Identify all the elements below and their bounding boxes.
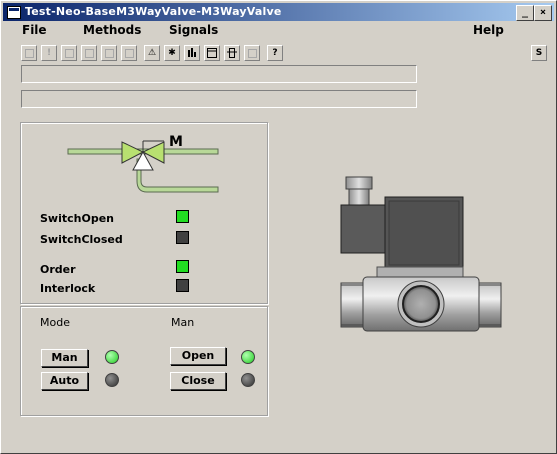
toolbar-disabled-button-6[interactable] [244, 45, 260, 61]
three-way-valve-diagram: M [67, 134, 219, 193]
menu-bar: File Methods Signals Help [3, 22, 554, 39]
auto-button[interactable]: Auto [41, 372, 88, 390]
toolbar-disabled-button-1[interactable] [21, 45, 37, 61]
close-button[interactable]: Close [170, 372, 226, 390]
auto-indicator [105, 373, 119, 387]
application-window: Test-Neo-BaseM3WayValve-M3WayValve _ □ ×… [0, 0, 557, 454]
menu-help[interactable]: Help [473, 23, 504, 37]
interlock-label: Interlock [40, 282, 96, 295]
minimize-button[interactable]: _ [516, 5, 534, 21]
interlock-led [176, 279, 189, 292]
menu-methods[interactable]: Methods [83, 23, 141, 37]
info-field-2 [21, 90, 417, 108]
info-field-1 [21, 65, 417, 83]
menu-file[interactable]: File [22, 23, 47, 37]
man-indicator [105, 350, 119, 364]
app-window-icon [7, 6, 21, 19]
warning-icon[interactable]: ⚠ [144, 45, 160, 61]
toolbar-right-icon[interactable]: S [531, 45, 547, 61]
switch-open-led [176, 210, 189, 223]
switch-closed-label: SwitchClosed [40, 233, 123, 246]
window-title: Test-Neo-BaseM3WayValve-M3WayValve [25, 5, 282, 18]
trend-icon[interactable] [184, 45, 200, 61]
motor-label: M [169, 134, 183, 150]
window-icon[interactable] [204, 45, 220, 61]
order-label: Order [40, 263, 76, 276]
mode-label: Mode [40, 316, 70, 329]
switch-open-label: SwitchOpen [40, 212, 114, 225]
title-bar[interactable]: Test-Neo-BaseM3WayValve-M3WayValve _ □ [3, 3, 554, 21]
menu-signals[interactable]: Signals [169, 23, 218, 37]
document-icon[interactable] [224, 45, 240, 61]
order-led [176, 260, 189, 273]
toolbar-disabled-button-5[interactable] [121, 45, 137, 61]
toolbar-disabled-button-3[interactable] [81, 45, 97, 61]
toolbar-disabled-button-2[interactable] [61, 45, 77, 61]
help-icon[interactable]: ? [267, 45, 283, 61]
toolbar-exclaim-button[interactable]: ! [41, 45, 57, 61]
open-button[interactable]: Open [170, 347, 226, 365]
close-window-button[interactable]: × [534, 5, 552, 21]
mode-panel: Mode Man Man Auto Open Close [20, 306, 268, 416]
man-status-label: Man [171, 316, 195, 329]
toolbar-disabled-button-4[interactable] [101, 45, 117, 61]
man-button[interactable]: Man [41, 349, 88, 367]
status-panel: M SwitchOpen SwitchClosed Order Interloc… [20, 122, 268, 304]
solenoid-valve-image [340, 176, 502, 332]
open-indicator [241, 350, 255, 364]
asterisk-icon[interactable]: ✱ [164, 45, 180, 61]
switch-closed-led [176, 231, 189, 244]
close-indicator [241, 373, 255, 387]
